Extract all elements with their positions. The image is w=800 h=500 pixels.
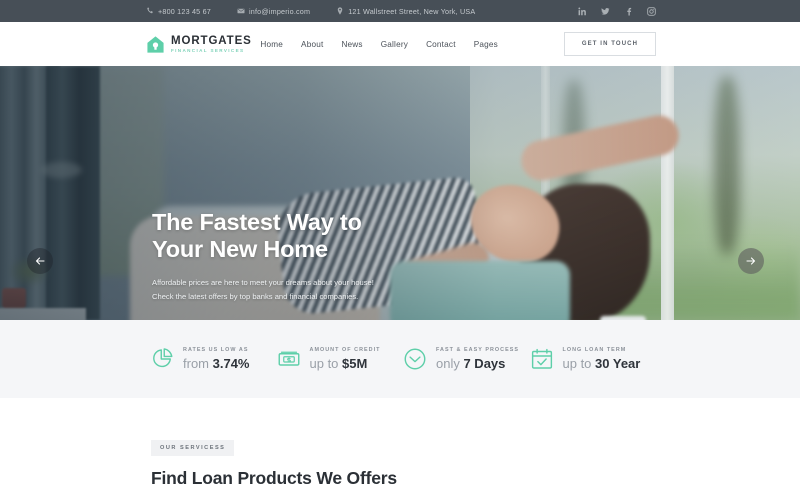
stat-number: 30 Year [595,356,641,371]
hero-subtitle-line2: Check the latest offers by top banks and… [152,291,359,301]
location-pin-icon [337,7,343,15]
hero-title: The Fastest Way to Your New Home [152,209,472,263]
nav-item-news[interactable]: News [341,40,362,49]
hero-prev-button[interactable] [27,248,53,274]
house-logo-icon [147,35,164,53]
stat-credit-amount: AMOUNT OF CREDIT up to $5M [277,347,404,371]
stat-label: AMOUNT OF CREDIT [309,347,381,353]
section-badge: OUR SERVICESS [151,440,235,456]
nav-item-home[interactable]: Home [260,40,283,49]
stat-value: only 7 Days [436,356,519,371]
logo-text: MORTGATES FINANCIAL SERVICES [171,35,252,54]
main-navigation: Home About News Gallery Contact Pages GE… [260,32,656,56]
stat-rates: RATES US LOW AS from 3.74% [150,347,277,371]
stat-prefix: up to [562,356,596,371]
hero-subtitle: Affordable prices are here to meet your … [152,276,472,303]
stat-number: 3.74% [212,356,250,371]
services-section: OUR SERVICESS Find Loan Products We Offe… [0,398,800,500]
calendar-check-icon [531,348,552,369]
stat-value: up to 30 Year [563,356,641,371]
stat-number: $5M [342,356,368,371]
top-utility-bar: +800 123 45 67 info@imperio.com 121 Wall… [0,0,800,22]
services-heading: Find Loan Products We Offers [151,468,397,488]
clock-icon [404,348,426,370]
get-in-touch-button[interactable]: GET IN TOUCH [563,32,656,56]
pie-chart-icon [153,348,173,368]
hero-slider: The Fastest Way to Your New Home Afforda… [0,66,800,320]
social-links [578,6,656,16]
address-text: 121 Wallstreet Street, New York, USA [348,6,476,16]
nav-item-about[interactable]: About [301,40,323,49]
phone-text: +800 123 45 67 [158,6,211,16]
phone-icon [147,7,153,14]
nav-item-gallery[interactable]: Gallery [381,40,408,49]
nav-item-pages[interactable]: Pages [474,40,498,49]
twitter-icon[interactable] [601,7,610,16]
stat-loan-term: LONG LOAN TERM up to 30 Year [530,347,657,371]
arrow-left-icon [35,257,45,265]
email-contact[interactable]: info@imperio.com [237,7,310,16]
stat-value: from 3.74% [183,356,250,371]
hero-subtitle-line1: Affordable prices are here to meet your … [152,278,374,287]
stat-process-speed: FAST & EASY PROCESS only 7 Days [403,347,530,371]
arrow-right-icon [746,257,756,265]
logo[interactable]: MORTGATES FINANCIAL SERVICES [146,35,252,54]
email-text: info@imperio.com [248,6,311,16]
envelope-icon [237,8,245,14]
site-header: MORTGATES FINANCIAL SERVICES Home About … [0,22,800,66]
phone-contact[interactable]: +800 123 45 67 [146,7,211,16]
stat-value: up to $5M [310,356,381,371]
landing-page: +800 123 45 67 info@imperio.com 121 Wall… [0,0,800,500]
logo-title: MORTGATES [171,34,252,47]
stat-prefix: only [436,356,464,371]
hero-copy: The Fastest Way to Your New Home Afforda… [152,209,472,303]
nav-item-contact[interactable]: Contact [426,40,456,49]
linkedin-icon[interactable] [578,7,587,16]
hero-next-button[interactable] [738,248,764,274]
hero-title-line2: Your New Home [152,236,328,262]
stat-label: RATES US LOW AS [183,347,249,353]
stats-band: RATES US LOW AS from 3.74% AMOUNT OF CRE… [0,320,800,398]
stat-prefix: up to [309,356,343,371]
instagram-icon[interactable] [647,6,656,16]
stat-label: FAST & EASY PROCESS [436,347,520,353]
stat-number: 7 Days [463,356,506,371]
logo-subtitle: FINANCIAL SERVICES [171,47,245,53]
money-icon [278,351,299,366]
address-contact: 121 Wallstreet Street, New York, USA [336,7,475,16]
stat-label: LONG LOAN TERM [562,347,627,353]
hero-title-line1: The Fastest Way to [152,209,362,235]
stat-prefix: from [183,356,213,371]
facebook-icon[interactable] [624,7,633,16]
